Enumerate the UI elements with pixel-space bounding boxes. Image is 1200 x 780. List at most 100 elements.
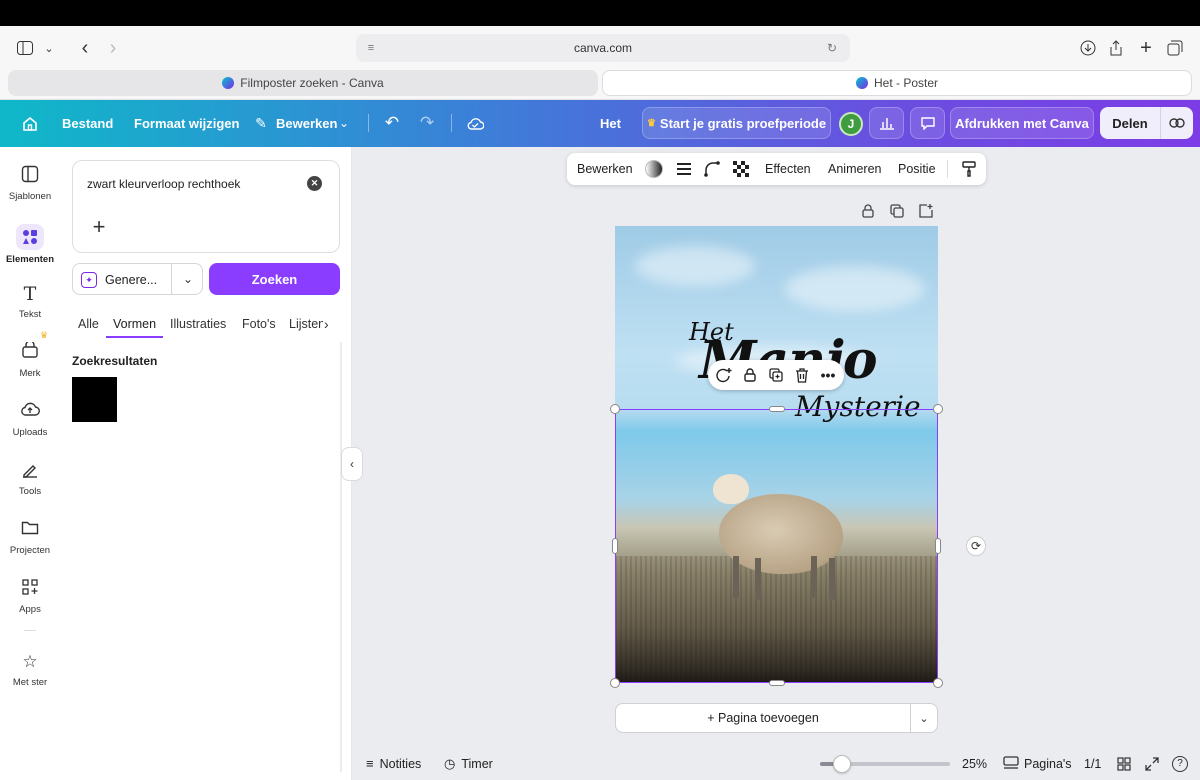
timer-icon: ◷ bbox=[444, 755, 456, 771]
more-icon[interactable]: ••• bbox=[818, 365, 838, 385]
forward-icon[interactable]: › bbox=[100, 35, 126, 61]
bottom-bar: ≡ Notities ◷ Timer 25% Pagina's 1/1 ? bbox=[352, 747, 1200, 780]
download-icon[interactable] bbox=[1075, 35, 1101, 61]
tab-illustrations[interactable]: Illustraties bbox=[170, 311, 226, 337]
comment-add-icon[interactable] bbox=[714, 365, 734, 385]
transparency-icon[interactable] bbox=[731, 159, 751, 179]
copy-style-icon[interactable] bbox=[959, 159, 979, 179]
tab-poster[interactable]: Het - Poster bbox=[602, 70, 1192, 96]
edit-mode-button[interactable]: Bewerken bbox=[276, 100, 337, 147]
chevron-down-icon[interactable]: ⌄ bbox=[177, 264, 199, 294]
resize-handle[interactable] bbox=[935, 538, 941, 554]
rail-item-templates[interactable]: Sjablonen bbox=[0, 165, 60, 223]
result-thumbnail[interactable] bbox=[72, 377, 117, 422]
add-icon[interactable]: + bbox=[89, 214, 109, 239]
home-icon[interactable] bbox=[18, 112, 42, 136]
position-button[interactable]: Positie bbox=[898, 153, 936, 185]
panel-scrollbar[interactable] bbox=[340, 342, 342, 772]
rail-item-apps[interactable]: Apps bbox=[0, 578, 60, 636]
chevron-right-icon[interactable]: › bbox=[324, 311, 329, 337]
help-icon[interactable]: ? bbox=[1172, 747, 1188, 780]
design-title[interactable]: Het bbox=[600, 100, 621, 147]
search-button[interactable]: Zoeken bbox=[209, 263, 340, 295]
resize-handle[interactable] bbox=[612, 538, 618, 554]
tab-frames-clip: Lijsten bbox=[289, 311, 323, 337]
file-menu[interactable]: Bestand bbox=[62, 100, 113, 147]
grid-view-icon[interactable] bbox=[1117, 747, 1131, 780]
tabs-overview-icon[interactable] bbox=[1162, 35, 1188, 61]
animate-button[interactable]: Animeren bbox=[828, 153, 882, 185]
effects-button[interactable]: Effecten bbox=[765, 153, 811, 185]
tab-photos[interactable]: Foto's bbox=[242, 311, 276, 337]
resize-handle[interactable] bbox=[933, 404, 943, 414]
add-page-icon[interactable] bbox=[917, 202, 935, 220]
pages-button[interactable]: Pagina's bbox=[1003, 747, 1072, 780]
resize-button[interactable]: Formaat wijzigen bbox=[134, 100, 239, 147]
notes-button[interactable]: ≡ Notities bbox=[366, 747, 421, 780]
rail-item-uploads[interactable]: Uploads bbox=[0, 401, 60, 459]
share-icon[interactable] bbox=[1103, 35, 1129, 61]
tab-shapes[interactable]: Vormen bbox=[113, 311, 156, 337]
generate-select[interactable]: ✦ Genere... ⌄ bbox=[72, 263, 203, 295]
new-tab-icon[interactable]: + bbox=[1133, 35, 1159, 61]
add-page-button[interactable]: + Pagina toevoegen bbox=[615, 703, 911, 733]
resize-handle[interactable] bbox=[933, 678, 943, 688]
back-icon[interactable]: ‹ bbox=[72, 35, 98, 61]
tab-frames[interactable]: Lijsten bbox=[289, 311, 323, 337]
rail-label: Tools bbox=[18, 486, 42, 497]
timer-button[interactable]: ◷ Timer bbox=[444, 747, 493, 780]
duplicate-icon[interactable] bbox=[766, 365, 786, 385]
rail-item-text[interactable]: T Tekst bbox=[0, 283, 60, 341]
corner-rounding-icon[interactable] bbox=[702, 159, 722, 179]
share-button[interactable]: Delen bbox=[1100, 107, 1160, 139]
zoom-slider[interactable] bbox=[820, 755, 950, 773]
trial-button[interactable]: ♛ Start je gratis proefperiode bbox=[642, 107, 831, 139]
print-button[interactable]: Afdrukken met Canva bbox=[950, 107, 1094, 139]
avatar[interactable]: J bbox=[839, 112, 863, 136]
zoom-level[interactable]: 25% bbox=[962, 747, 987, 780]
chevron-down-icon[interactable]: ⌄ bbox=[911, 703, 938, 733]
rail-label: Merk bbox=[19, 368, 41, 379]
notes-icon: ≡ bbox=[366, 756, 374, 771]
address-bar[interactable]: ≡ canva.com ↻ bbox=[356, 34, 850, 62]
chevron-down-icon[interactable]: ⌄ bbox=[336, 113, 352, 133]
fullscreen-icon[interactable] bbox=[1145, 747, 1159, 780]
rail-item-tools[interactable]: Tools bbox=[0, 460, 60, 518]
prompt-field[interactable]: zwart kleurverloop rechthoek ✕ + bbox=[72, 160, 340, 253]
undo-icon[interactable]: ↶ bbox=[382, 113, 402, 133]
resize-handle[interactable] bbox=[769, 680, 785, 686]
resize-handle[interactable] bbox=[610, 404, 620, 414]
cloud-saved-icon[interactable] bbox=[464, 113, 486, 133]
rail-item-projects[interactable]: Projecten bbox=[0, 519, 60, 577]
selection-box[interactable] bbox=[615, 409, 938, 683]
rail-item-brand[interactable]: ♛ Merk bbox=[0, 330, 60, 400]
duplicate-page-icon[interactable] bbox=[888, 202, 906, 220]
lock-icon[interactable] bbox=[740, 365, 760, 385]
copy-link-icon[interactable] bbox=[1160, 107, 1193, 139]
border-style-icon[interactable] bbox=[674, 159, 694, 179]
sidebar-toggle-icon[interactable] bbox=[12, 35, 38, 61]
analytics-icon[interactable] bbox=[869, 107, 904, 139]
zoom-slider-thumb[interactable] bbox=[832, 755, 851, 773]
gradient-color-swatch[interactable] bbox=[645, 160, 663, 178]
tab-filmposter[interactable]: Filmposter zoeken - Canva bbox=[8, 70, 598, 96]
rail-item-starred[interactable]: ☆ Met ster bbox=[0, 651, 60, 709]
trash-icon[interactable] bbox=[792, 365, 812, 385]
tab-label: Filmposter zoeken - Canva bbox=[240, 76, 384, 90]
lock-icon[interactable] bbox=[859, 202, 877, 220]
edit-image-button[interactable]: Bewerken bbox=[577, 153, 633, 185]
clear-icon[interactable]: ✕ bbox=[307, 176, 322, 191]
rotate-icon[interactable]: ⟳ bbox=[966, 536, 986, 556]
resize-handle[interactable] bbox=[769, 406, 785, 412]
resize-handle[interactable] bbox=[610, 678, 620, 688]
reload-icon[interactable]: ↻ bbox=[824, 40, 840, 56]
editor-header: Bestand Formaat wijzigen ✎ Bewerken ⌄ ↶ … bbox=[0, 100, 1200, 147]
divider bbox=[368, 114, 369, 132]
rail-item-elements[interactable]: Elementen bbox=[0, 224, 60, 282]
chevron-down-icon[interactable]: ⌄ bbox=[36, 35, 62, 61]
rail-label: Elementen bbox=[5, 254, 55, 265]
comment-icon[interactable] bbox=[910, 107, 945, 139]
redo-icon[interactable]: ↷ bbox=[417, 113, 437, 133]
tab-all[interactable]: Alle bbox=[78, 311, 99, 337]
collapse-panel-icon[interactable]: ‹ bbox=[341, 447, 363, 481]
